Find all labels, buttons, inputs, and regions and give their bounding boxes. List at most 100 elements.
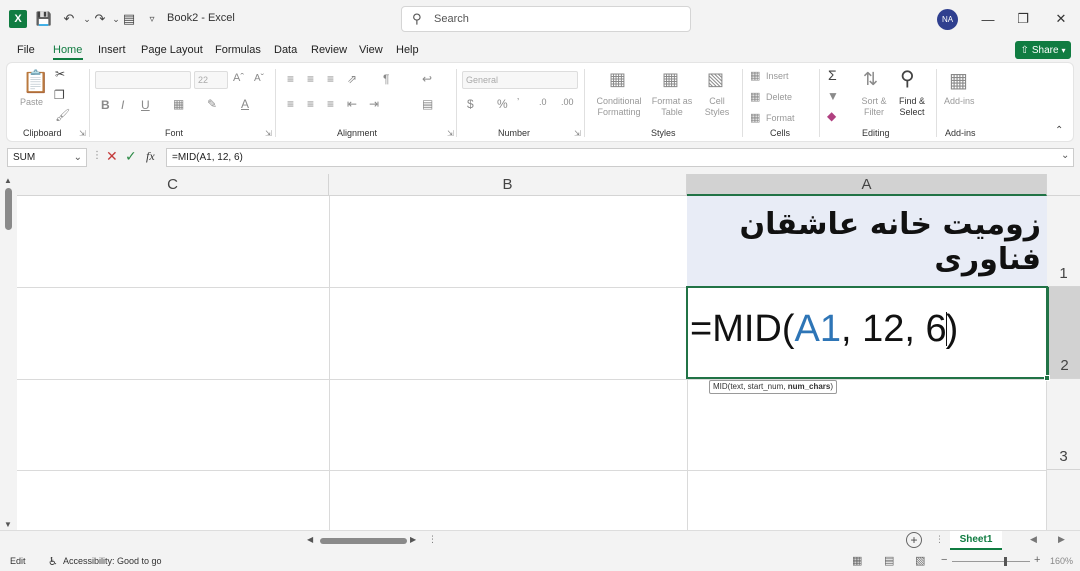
search-input[interactable]: ⚲ Search [401,6,691,32]
column-header-a[interactable]: A [687,174,1047,196]
scroll-left-icon[interactable]: ◀ [307,535,313,544]
paste-icon[interactable]: 📋 [22,69,49,95]
page-layout-view-icon[interactable]: ▤ [884,554,894,567]
cell-styles-icon[interactable]: ▧ [707,69,724,90]
delete-cells-button[interactable]: Delete [766,92,792,103]
tab-review[interactable]: Review [311,44,347,56]
column-header-c[interactable]: C [17,174,329,196]
bold-icon[interactable]: B [101,98,110,112]
close-icon[interactable]: ✕ [1049,8,1073,30]
copy-icon[interactable]: ❐ [54,88,65,102]
font-size-select[interactable]: 22 [194,71,228,89]
save-icon[interactable]: 💾 [35,10,53,28]
conditional-formatting-icon[interactable]: ▦ [609,69,626,90]
tab-file[interactable]: File [17,44,35,56]
increase-font-icon[interactable]: Aˆ [233,72,244,84]
tab-data[interactable]: Data [274,44,297,56]
format-as-table-button[interactable]: Format as Table [649,96,695,118]
zoom-out-icon[interactable]: − [941,554,947,566]
clipboard-launcher-icon[interactable]: ⇲ [79,129,86,138]
row-header-2[interactable]: 2 [1047,287,1080,379]
sort-filter-button[interactable]: Sort & Filter [859,96,889,118]
orientation-icon[interactable]: ⇗ [347,72,357,86]
find-select-button[interactable]: Find & Select [894,96,930,118]
rtl-paragraph-icon[interactable]: ¶ [383,72,389,86]
tab-options-icon[interactable]: ⋮ [935,534,944,545]
row-header-4[interactable] [1047,470,1080,530]
tab-splitter-icon[interactable]: ⋮ [428,534,437,545]
wrap-text-icon[interactable]: ↩ [422,72,432,86]
formula-input[interactable]: =MID(A1, 12, 6) [166,148,1074,167]
paste-button[interactable]: Paste [20,97,43,108]
page-break-view-icon[interactable]: ▧ [915,554,925,567]
insert-cells-icon[interactable]: ▦ [750,69,760,82]
currency-icon[interactable]: $ [467,97,474,111]
font-name-select[interactable] [95,71,191,89]
zoom-slider[interactable] [952,561,1030,562]
customize-toolbar-icon[interactable]: ▿ [143,10,161,28]
format-as-table-icon[interactable]: ▦ [662,69,679,90]
zoom-in-icon[interactable]: + [1034,554,1040,566]
format-cells-button[interactable]: Format [766,113,795,124]
scroll-up-icon[interactable]: ▲ [4,176,12,185]
column-header-b[interactable]: B [329,174,687,196]
cell-styles-button[interactable]: Cell Styles [697,96,737,118]
tab-help[interactable]: Help [396,44,419,56]
font-color-icon[interactable]: A [241,97,249,111]
percent-icon[interactable]: % [497,97,508,111]
more-options-icon[interactable]: ⋮ [92,150,102,161]
enter-icon[interactable]: ✓ [125,148,137,165]
fill-icon[interactable]: ▼ [827,89,839,103]
comma-style-icon[interactable]: ’ [517,97,519,108]
scroll-right-icon[interactable]: ▶ [410,535,416,544]
clear-icon[interactable]: ◆ [827,109,836,123]
number-launcher-icon[interactable]: ⇲ [574,129,581,138]
decrease-indent-icon[interactable]: ⇤ [347,97,357,111]
align-right-icon[interactable]: ≡ [327,97,334,111]
row-header-1[interactable]: 1 [1047,196,1080,287]
cancel-icon[interactable]: ✕ [106,148,118,165]
tab-page-layout[interactable]: Page Layout [141,44,203,56]
borders-icon[interactable]: ▦ [173,97,184,111]
cut-icon[interactable]: ✂ [55,67,65,81]
tab-formulas[interactable]: Formulas [215,44,261,56]
prev-sheet-icon[interactable]: ◀ [1030,534,1037,545]
avatar[interactable]: NA [937,9,958,30]
normal-view-icon[interactable]: ▦ [852,554,862,567]
alignment-launcher-icon[interactable]: ⇲ [447,129,454,138]
addins-button[interactable]: Add-ins [944,96,975,107]
autosum-icon[interactable]: Σ [828,67,837,83]
align-left-icon[interactable]: ≡ [287,97,294,111]
horizontal-scroll-thumb[interactable] [320,538,407,544]
sort-filter-icon[interactable]: ⇅ [863,69,878,90]
zoom-slider-handle[interactable] [1004,557,1007,566]
merge-center-icon[interactable]: ▤ [422,97,433,111]
conditional-formatting-button[interactable]: Conditional Formatting [592,96,646,118]
align-bottom-icon[interactable]: ≡ [327,72,334,86]
print-preview-icon[interactable]: ▤ [120,10,138,28]
vertical-scroll-thumb[interactable] [5,188,12,230]
insert-function-icon[interactable]: fx [146,149,155,164]
expand-formula-bar-icon[interactable]: ⌄ [1061,150,1069,161]
row-header-3[interactable]: 3 [1047,379,1080,470]
cell-a2-active[interactable]: =MID(A1, 12, 6) [686,286,1048,379]
align-middle-icon[interactable]: ≡ [307,72,314,86]
underline-icon[interactable]: U [141,98,150,112]
collapse-ribbon-icon[interactable]: ⌃ [1055,125,1063,136]
zoom-level[interactable]: 160% [1050,556,1073,566]
insert-cells-button[interactable]: Insert [766,71,789,82]
align-center-icon[interactable]: ≡ [307,97,314,111]
share-button[interactable]: ⇧ Share ▾ [1015,41,1071,59]
increase-decimal-icon[interactable]: .0 [539,97,547,107]
restore-icon[interactable]: ❐ [1011,8,1035,30]
align-top-icon[interactable]: ≡ [287,72,294,86]
cell-a1[interactable]: زومیت خانه عاشقان فناوری [687,196,1047,287]
italic-icon[interactable]: I [121,98,124,112]
add-sheet-icon[interactable]: + [906,532,922,548]
scroll-down-icon[interactable]: ▼ [4,520,12,529]
font-launcher-icon[interactable]: ⇲ [265,129,272,138]
decrease-decimal-icon[interactable]: .00 [561,97,574,107]
accessibility-status[interactable]: Accessibility: Good to go [63,556,162,566]
increase-indent-icon[interactable]: ⇥ [369,97,379,111]
decrease-font-icon[interactable]: Aˇ [254,73,264,84]
